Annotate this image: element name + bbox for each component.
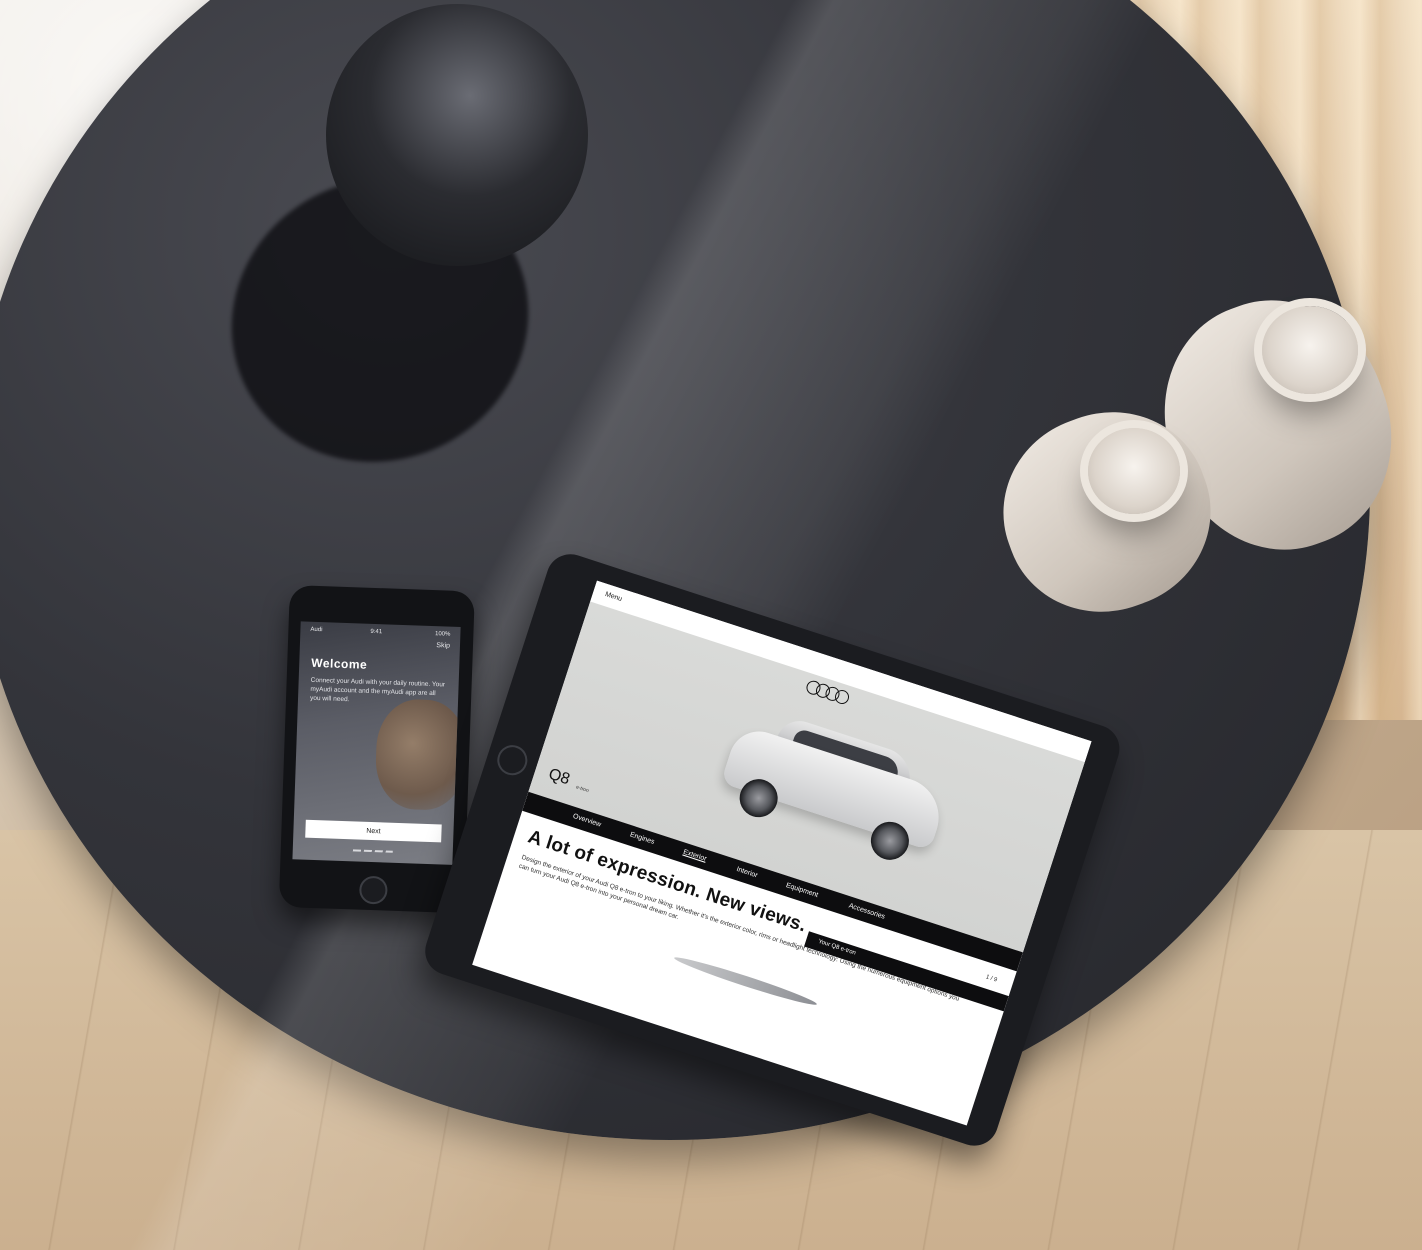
phone-home-button[interactable] bbox=[358, 875, 388, 905]
model-suffix: e-tron bbox=[575, 784, 590, 795]
welcome-title: Welcome bbox=[311, 655, 368, 672]
photo-scene: Audi 9:41 100% Skip Welcome Connect your… bbox=[0, 0, 1422, 1250]
skip-link[interactable]: Skip bbox=[436, 642, 450, 649]
page-indicator bbox=[352, 849, 393, 853]
tall-candle-top bbox=[1262, 306, 1358, 394]
smartphone: Audi 9:41 100% Skip Welcome Connect your… bbox=[278, 585, 475, 914]
tablet-device: Menu Q8 e-tron Overview Engines Exterior… bbox=[419, 508, 1187, 1152]
gallery-pager[interactable]: 1 / 9 bbox=[985, 974, 998, 983]
car-image bbox=[712, 695, 958, 877]
tablet-frame: Menu Q8 e-tron Overview Engines Exterior… bbox=[419, 548, 1126, 1152]
model-name: Q8 bbox=[546, 765, 572, 789]
nav-interior[interactable]: Interior bbox=[736, 866, 759, 879]
car-roof-peek bbox=[672, 953, 819, 1009]
nav-engines[interactable]: Engines bbox=[629, 831, 655, 845]
welcome-text: Connect your Audi with your daily routin… bbox=[309, 676, 446, 704]
tablet-home-button[interactable] bbox=[493, 741, 532, 780]
nav-exterior[interactable]: Exterior bbox=[682, 849, 707, 863]
nav-equipment[interactable]: Equipment bbox=[785, 882, 819, 899]
menu-button[interactable]: Menu bbox=[604, 591, 623, 603]
status-time: 9:41 bbox=[370, 628, 383, 636]
nav-accessories[interactable]: Accessories bbox=[848, 902, 886, 920]
black-sphere-candle bbox=[326, 4, 588, 266]
next-button[interactable]: Next bbox=[305, 819, 442, 843]
status-carrier: Audi bbox=[310, 626, 323, 634]
person-photo bbox=[374, 698, 461, 812]
phone-screen: Audi 9:41 100% Skip Welcome Connect your… bbox=[292, 621, 461, 865]
nav-overview[interactable]: Overview bbox=[572, 813, 602, 829]
status-battery: 100% bbox=[434, 631, 451, 638]
short-candle-top bbox=[1088, 428, 1180, 514]
tablet-screen: Menu Q8 e-tron Overview Engines Exterior… bbox=[472, 580, 1092, 1126]
